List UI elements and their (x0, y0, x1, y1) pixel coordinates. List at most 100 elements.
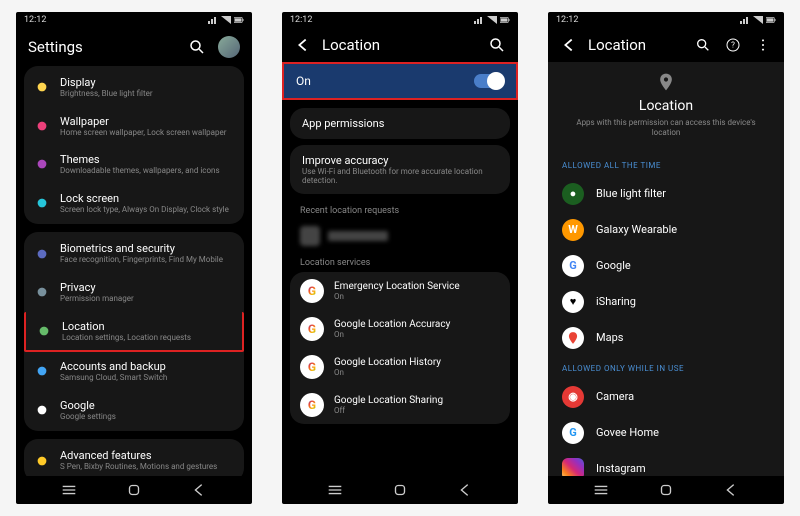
shield-icon (34, 246, 50, 262)
settings-list[interactable]: DisplayBrightness, Blue light filterWall… (16, 66, 252, 476)
service-status: On (334, 368, 500, 377)
app-row-google[interactable]: GGoogle (552, 248, 780, 284)
back-icon[interactable] (560, 36, 578, 54)
app-icon: G (562, 422, 584, 444)
sun-icon (34, 79, 50, 95)
recent-requests-label: Recent location requests (290, 200, 510, 220)
google-icon: G (300, 279, 324, 303)
brush-icon (34, 156, 50, 172)
home-button[interactable] (125, 481, 143, 499)
pin-icon (36, 323, 52, 339)
settings-item-google[interactable]: GoogleGoogle settings (24, 391, 244, 430)
phone-screen-permission: 12:12 Location ? Location Apps with this… (548, 12, 784, 504)
header: Location ? (548, 28, 784, 62)
improve-accuracy-item[interactable]: Improve accuracy Use Wi-Fi and Bluetooth… (290, 145, 510, 194)
nav-bar (282, 476, 518, 504)
app-icon (562, 327, 584, 349)
phone-screen-settings: 12:12 Settings DisplayBrightness, Blue l… (16, 12, 252, 504)
blurred-app-name (328, 231, 388, 241)
item-subtitle: Google settings (60, 412, 234, 422)
service-status: On (334, 330, 500, 339)
google-icon: G (300, 393, 324, 417)
permission-title: Location (568, 98, 764, 114)
recents-button[interactable] (60, 481, 78, 499)
item-subtitle: Brightness, Blue light filter (60, 89, 234, 99)
status-bar: 12:12 (548, 12, 784, 28)
service-item[interactable]: G Google Location Sharing Off (290, 386, 510, 424)
item-subtitle: Permission manager (60, 294, 234, 304)
help-icon[interactable]: ? (724, 36, 742, 54)
settings-item-biometrics-and-security[interactable]: Biometrics and securityFace recognition,… (24, 234, 244, 273)
permission-header: Location Apps with this permission can a… (548, 62, 784, 153)
item-title: Themes (60, 153, 234, 166)
nav-bar (548, 476, 784, 504)
nav-bar (16, 476, 252, 504)
search-icon[interactable] (188, 38, 206, 56)
settings-group: Advanced featuresS Pen, Bixby Routines, … (24, 439, 244, 476)
settings-item-accounts-and-backup[interactable]: Accounts and backupSamsung Cloud, Smart … (24, 352, 244, 391)
app-row-maps[interactable]: Maps (552, 320, 780, 356)
item-subtitle: Face recognition, Fingerprints, Find My … (60, 255, 234, 265)
location-pin-icon (656, 72, 676, 92)
G-icon (34, 402, 50, 418)
phone-screen-location: 12:12 Location On App permissions Improv… (282, 12, 518, 504)
item-title: Biometrics and security (60, 242, 234, 255)
settings-item-lock-screen[interactable]: Lock screenScreen lock type, Always On D… (24, 184, 244, 223)
app-row-blue-light-filter[interactable]: ●Blue light filter (552, 176, 780, 212)
app-name: Govee Home (596, 426, 659, 439)
more-icon[interactable] (754, 36, 772, 54)
location-toggle-row[interactable]: On (282, 62, 518, 100)
back-button[interactable] (190, 481, 208, 499)
page-title: Location (588, 36, 646, 54)
settings-item-location[interactable]: LocationLocation settings, Location requ… (24, 312, 244, 353)
allowed-all-header: ALLOWED ALL THE TIME (552, 153, 780, 176)
service-item[interactable]: G Google Location Accuracy On (290, 310, 510, 348)
app-row-govee-home[interactable]: G Govee Home (552, 415, 780, 451)
back-button[interactable] (722, 481, 740, 499)
toggle-switch[interactable] (474, 74, 504, 88)
recents-button[interactable] (592, 481, 610, 499)
search-icon[interactable] (694, 36, 712, 54)
app-row-galaxy-wearable[interactable]: WGalaxy Wearable (552, 212, 780, 248)
settings-item-advanced-features[interactable]: Advanced featuresS Pen, Bixby Routines, … (24, 441, 244, 476)
item-subtitle: Screen lock type, Always On Display, Clo… (60, 205, 234, 215)
app-name: iSharing (596, 295, 636, 308)
app-name: Maps (596, 331, 623, 344)
app-row-isharing[interactable]: ♥iSharing (552, 284, 780, 320)
recent-request-item[interactable] (290, 220, 510, 252)
allowed-use-header: ALLOWED ONLY WHILE IN USE (552, 356, 780, 379)
status-icons (740, 16, 776, 24)
back-icon[interactable] (294, 36, 312, 54)
recents-button[interactable] (326, 481, 344, 499)
settings-item-wallpaper[interactable]: WallpaperHome screen wallpaper, Lock scr… (24, 107, 244, 146)
search-icon[interactable] (488, 36, 506, 54)
blurred-app-icon (300, 226, 320, 246)
app-row-instagram[interactable]: Instagram (552, 451, 780, 476)
app-name: Galaxy Wearable (596, 223, 677, 236)
service-item[interactable]: G Google Location History On (290, 348, 510, 386)
app-icon: ● (562, 183, 584, 205)
item-title: Location (62, 320, 232, 333)
app-row-camera[interactable]: ◉Camera (552, 379, 780, 415)
settings-group: Biometrics and securityFace recognition,… (24, 232, 244, 431)
header: Settings (16, 28, 252, 66)
status-time: 12:12 (556, 15, 578, 25)
settings-item-display[interactable]: DisplayBrightness, Blue light filter (24, 68, 244, 107)
home-button[interactable] (657, 481, 675, 499)
profile-avatar[interactable] (218, 36, 240, 58)
settings-item-privacy[interactable]: PrivacyPermission manager (24, 273, 244, 312)
item-subtitle: Home screen wallpaper, Lock screen wallp… (60, 128, 234, 138)
item-subtitle: Location settings, Location requests (62, 333, 232, 343)
app-permissions-item[interactable]: App permissions (290, 108, 510, 139)
img-icon (34, 118, 50, 134)
service-item[interactable]: G Emergency Location Service On (290, 272, 510, 310)
back-button[interactable] (456, 481, 474, 499)
item-subtitle: S Pen, Bixby Routines, Motions and gestu… (60, 462, 234, 472)
service-title: Google Location Accuracy (334, 319, 500, 330)
settings-item-themes[interactable]: ThemesDownloadable themes, wallpapers, a… (24, 145, 244, 184)
item-title: Display (60, 76, 234, 89)
svg-text:?: ? (731, 41, 735, 50)
home-button[interactable] (391, 481, 409, 499)
location-settings[interactable]: On App permissions Improve accuracy Use … (282, 62, 518, 476)
permission-content[interactable]: Location Apps with this permission can a… (548, 62, 784, 476)
